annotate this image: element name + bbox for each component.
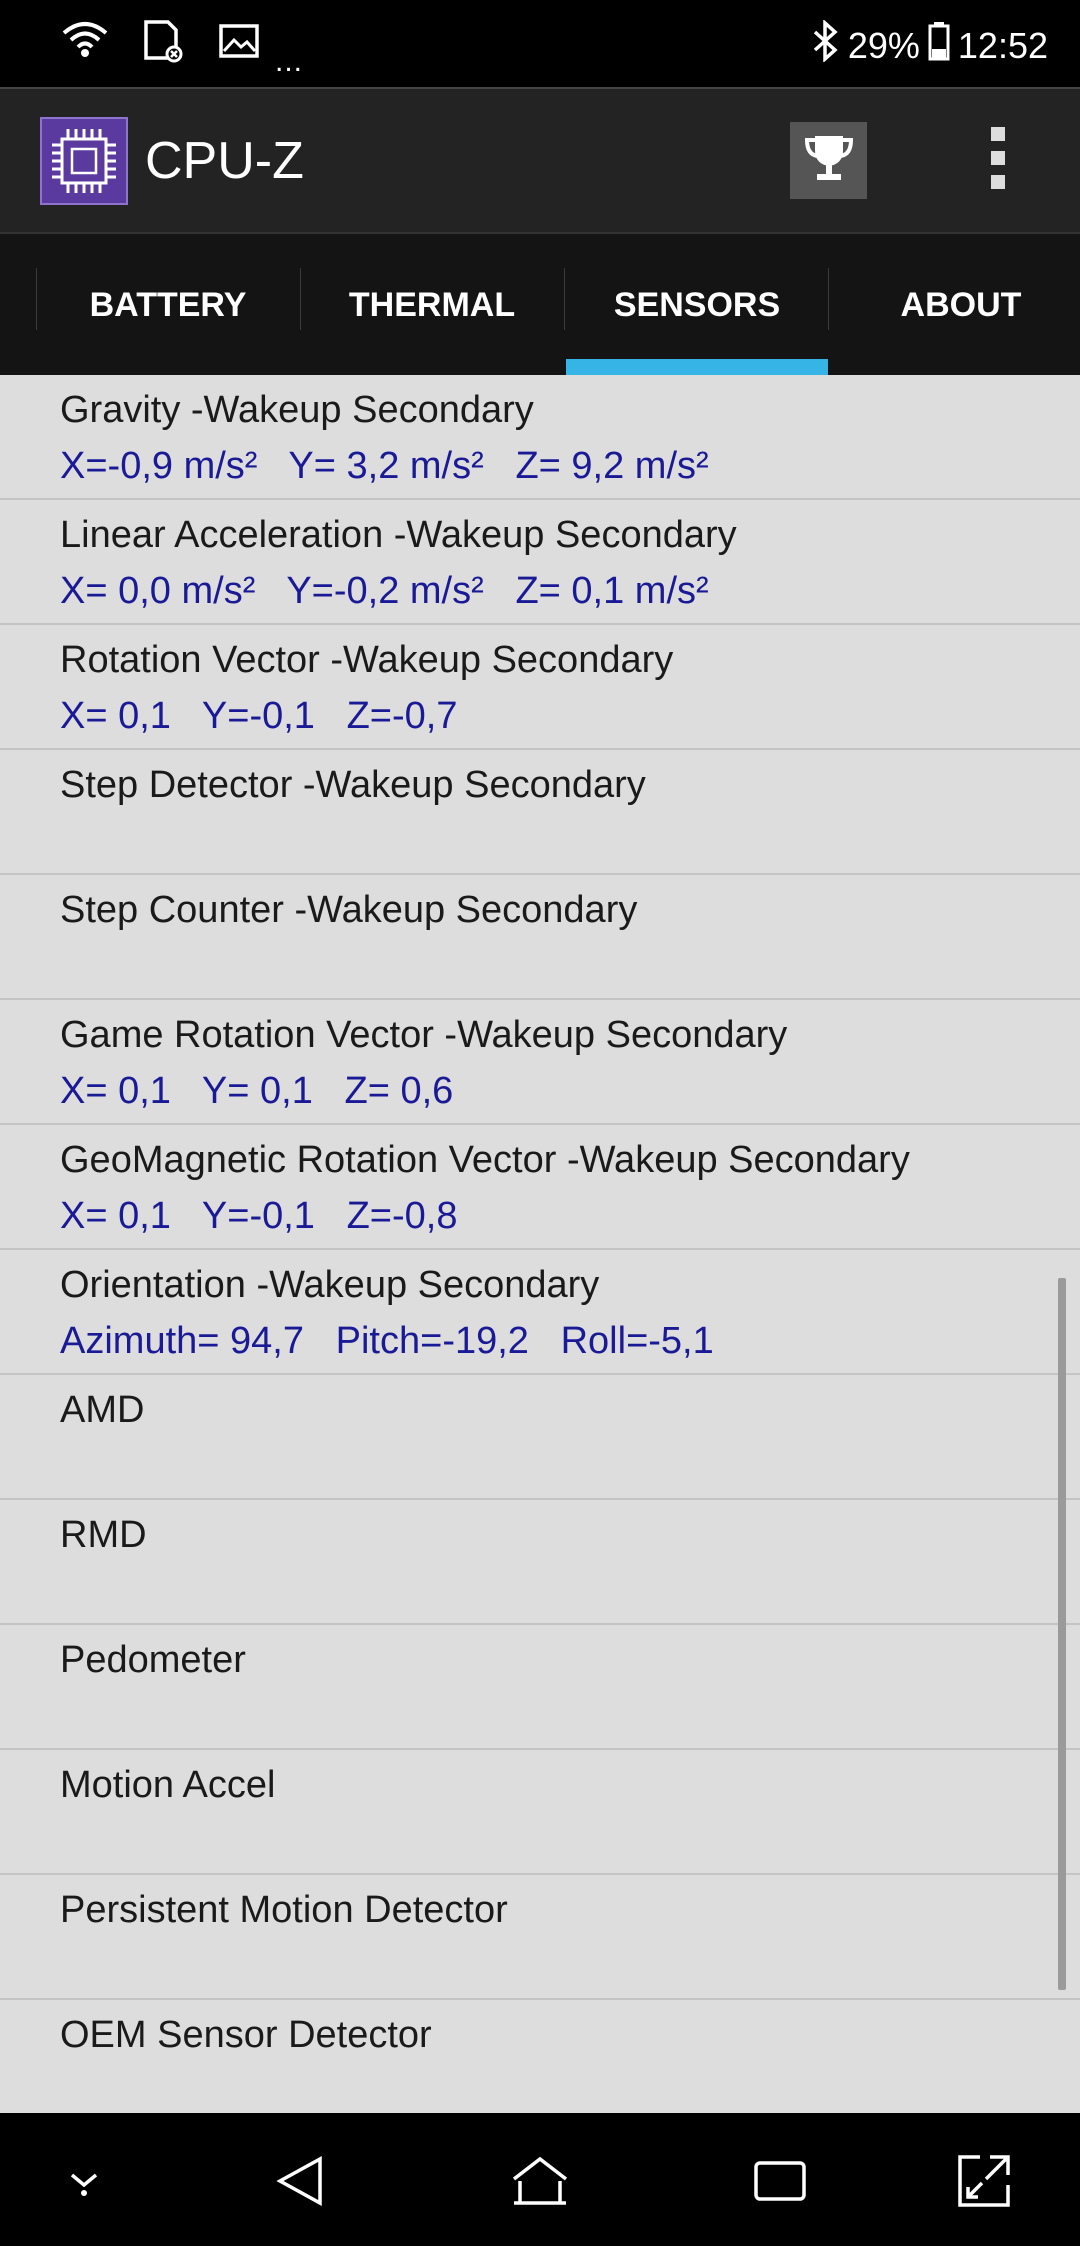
app-bar: CPU-Z	[0, 87, 1080, 232]
sensor-name: Persistent Motion Detector	[60, 1889, 508, 1931]
tab-bar: BATTERY THERMAL SENSORS ABOUT	[0, 232, 1080, 377]
sensor-list[interactable]: Gravity -Wakeup Secondary X=-0,9 m/s² Y=…	[0, 375, 1080, 2113]
list-item[interactable]: Persistent Motion Detector	[0, 1875, 1080, 2000]
sensor-name: Motion Accel	[60, 1764, 276, 1806]
sensor-values: X= 0,1 Y=-0,1 Z=-0,8	[60, 1195, 458, 1237]
sensor-name: Step Counter -Wakeup Secondary	[60, 889, 638, 931]
recents-icon[interactable]	[740, 2141, 820, 2221]
app-title: CPU-Z	[145, 132, 304, 190]
sensor-name: Orientation -Wakeup Secondary	[60, 1264, 600, 1306]
tab-battery[interactable]: BATTERY	[36, 234, 300, 377]
sensor-name: Linear Acceleration -Wakeup Secondary	[60, 514, 737, 556]
sensor-name: OEM Sensor Detector	[60, 2014, 432, 2056]
wifi-icon	[62, 21, 108, 66]
list-item[interactable]: AMD	[0, 1375, 1080, 1500]
sensor-values: X= 0,1 Y= 0,1 Z= 0,6	[60, 1070, 454, 1112]
navigation-bar	[0, 2113, 1080, 2246]
sensor-name: AMD	[60, 1389, 145, 1431]
list-item[interactable]: RMD	[0, 1500, 1080, 1625]
sensor-name: Step Detector -Wakeup Secondary	[60, 764, 646, 806]
app-logo	[40, 117, 128, 205]
sensor-values: X= 0,0 m/s² Y=-0,2 m/s² Z= 0,1 m/s²	[60, 570, 709, 612]
sensor-name: GeoMagnetic Rotation Vector -Wakeup Seco…	[60, 1139, 910, 1181]
list-item[interactable]: Game Rotation Vector -Wakeup Secondary X…	[0, 1000, 1080, 1125]
sensor-values: X= 0,1 Y=-0,1 Z=-0,7	[60, 695, 458, 737]
battery-icon	[928, 21, 950, 70]
list-item[interactable]: Step Detector -Wakeup Secondary	[0, 750, 1080, 875]
chevron-down-icon[interactable]	[44, 2141, 124, 2221]
list-item[interactable]: Step Counter -Wakeup Secondary	[0, 875, 1080, 1000]
list-item[interactable]: Orientation -Wakeup Secondary Azimuth= 9…	[0, 1250, 1080, 1375]
battery-percent: 29%	[847, 24, 920, 66]
tab-thermal[interactable]: THERMAL	[300, 234, 564, 377]
home-icon[interactable]	[500, 2141, 580, 2221]
sd-card-icon	[140, 18, 186, 69]
sensor-values: Azimuth= 94,7 Pitch=-19,2 Roll=-5,1	[60, 1320, 714, 1362]
trophy-button[interactable]	[790, 122, 867, 199]
sensor-name: RMD	[60, 1514, 147, 1556]
sensor-name: Gravity -Wakeup Secondary	[60, 389, 534, 431]
list-item[interactable]: Linear Acceleration -Wakeup Secondary X=…	[0, 500, 1080, 625]
more-vert-icon[interactable]	[980, 127, 1016, 197]
tab-about[interactable]: ABOUT	[830, 234, 1080, 377]
list-item[interactable]: Gravity -Wakeup Secondary X=-0,9 m/s² Y=…	[0, 375, 1080, 500]
list-item[interactable]: Motion Accel	[0, 1750, 1080, 1875]
list-item[interactable]: OEM Sensor Detector	[0, 2000, 1080, 2113]
screen-expand-icon[interactable]	[944, 2141, 1024, 2221]
tab-sensors[interactable]: SENSORS	[566, 234, 828, 377]
back-icon[interactable]	[260, 2141, 340, 2221]
image-icon	[218, 23, 260, 64]
sensor-name: Pedometer	[60, 1639, 246, 1681]
list-item[interactable]: GeoMagnetic Rotation Vector -Wakeup Seco…	[0, 1125, 1080, 1250]
trophy-icon	[801, 130, 857, 191]
list-item[interactable]: Rotation Vector -Wakeup Secondary X= 0,1…	[0, 625, 1080, 750]
sensor-name: Rotation Vector -Wakeup Secondary	[60, 639, 674, 681]
overflow-dots: ...	[275, 45, 304, 78]
sensor-name: Game Rotation Vector -Wakeup Secondary	[60, 1014, 788, 1056]
list-item[interactable]: Pedometer	[0, 1625, 1080, 1750]
status-bar: ... 29% 12:52	[0, 0, 1080, 87]
scrollbar[interactable]	[1058, 1278, 1066, 1990]
clock: 12:52	[957, 24, 1048, 66]
sensor-values: X=-0,9 m/s² Y= 3,2 m/s² Z= 9,2 m/s²	[60, 445, 709, 487]
bluetooth-icon	[810, 19, 840, 71]
